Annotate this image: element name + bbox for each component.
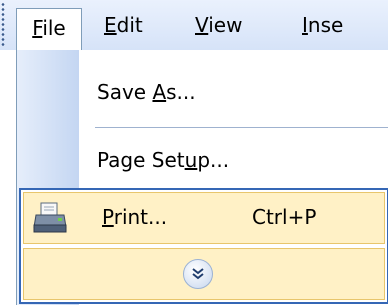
- page-setup-label-post: p...: [197, 148, 230, 172]
- menu-insert[interactable]: Inse: [302, 0, 343, 50]
- print-shortcut: Ctrl+P: [252, 205, 317, 229]
- menu-item-page-setup[interactable]: Page Setup...: [97, 148, 229, 172]
- save-as-label-post: s...: [166, 80, 196, 104]
- menu-separator: [95, 127, 388, 128]
- menu-item-save-as[interactable]: Save As...: [97, 80, 196, 104]
- menu-item-print[interactable]: Print... Ctrl+P: [23, 192, 385, 244]
- print-label: Print...: [102, 205, 167, 229]
- menu-insert-rest: nse: [307, 13, 344, 37]
- menu-file-rest: ile: [42, 16, 66, 40]
- printer-icon: [32, 201, 68, 235]
- menu-view-accel: V: [195, 13, 209, 37]
- file-menu-dropdown: Save As... Page Setup... Print... Ctrl+P: [16, 50, 388, 305]
- page-setup-label-pre: Page Set: [97, 148, 185, 172]
- menu-bar: File Edit View Inse: [0, 0, 388, 52]
- chevron-double-down-icon[interactable]: [183, 259, 213, 289]
- print-label-post: rint...: [113, 205, 168, 229]
- page-setup-accel: u: [184, 148, 198, 172]
- save-as-accel: A: [152, 80, 167, 104]
- menu-view[interactable]: View: [195, 0, 242, 50]
- menu-edit-accel: E: [104, 13, 117, 37]
- toolbar-grip-handle[interactable]: [0, 2, 6, 46]
- menu-expand-row[interactable]: [23, 248, 385, 300]
- menu-view-rest: iew: [208, 13, 243, 37]
- highlighted-menu-section: Print... Ctrl+P: [19, 188, 388, 304]
- save-as-label-pre: Save: [97, 80, 153, 104]
- menu-file[interactable]: File: [16, 8, 82, 52]
- menu-edit-rest: dit: [116, 13, 143, 37]
- menu-file-accel: F: [32, 16, 43, 40]
- print-accel: P: [102, 205, 114, 229]
- menu-edit[interactable]: Edit: [104, 0, 143, 50]
